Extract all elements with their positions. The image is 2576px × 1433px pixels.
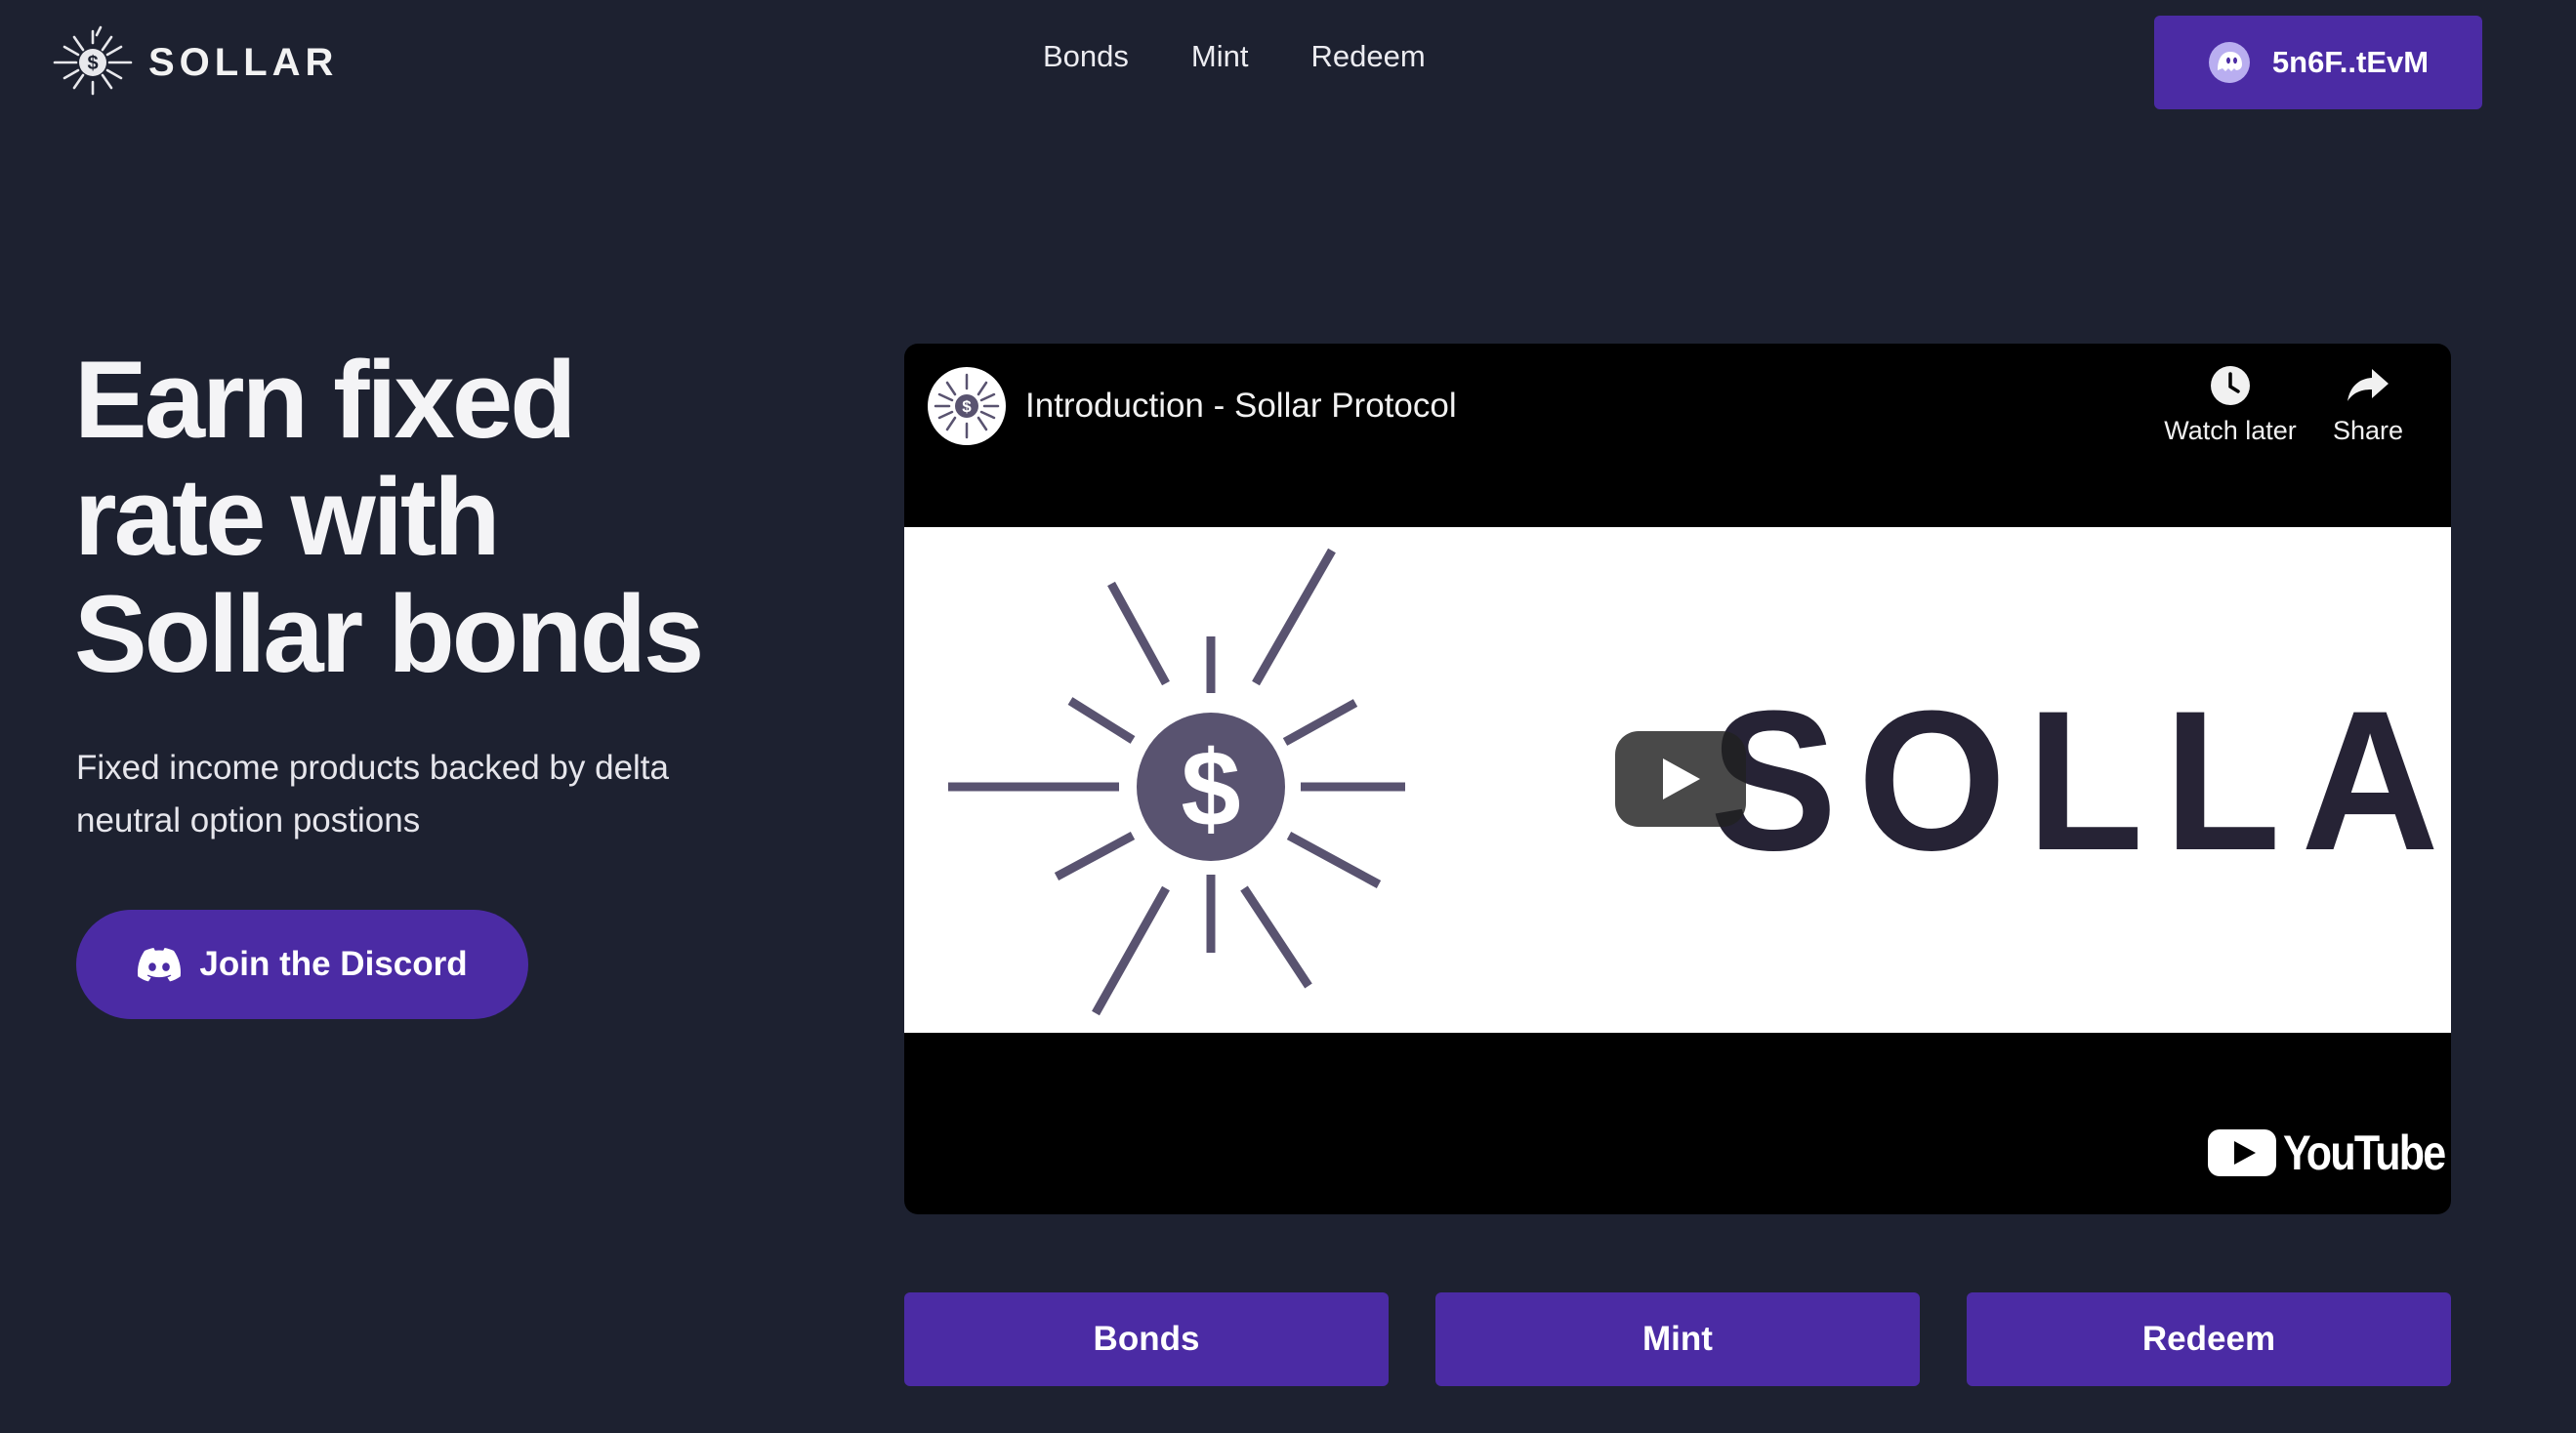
hero-title-line-1: Earn fixed — [74, 339, 577, 461]
share-icon — [2347, 369, 2389, 401]
video-title[interactable]: Introduction - Sollar Protocol — [1025, 387, 1457, 426]
svg-text:$: $ — [87, 53, 98, 74]
wallet-button[interactable]: 5n6F..tEvM — [2154, 16, 2482, 109]
play-icon — [1663, 758, 1700, 799]
share-button[interactable]: Share — [2295, 363, 2441, 446]
hero-title: Earn fixed rate with Sollar bonds — [74, 342, 875, 693]
discord-icon — [138, 948, 182, 982]
join-discord-button[interactable]: Join the Discord — [76, 910, 528, 1019]
phantom-ghost-icon — [2208, 42, 2250, 83]
channel-avatar[interactable]: $ — [928, 367, 1006, 445]
youtube-wordmark: YouTube — [2283, 1126, 2446, 1180]
youtube-logo-icon — [2208, 1129, 2276, 1176]
bonds-button[interactable]: Bonds — [904, 1292, 1389, 1386]
play-button[interactable] — [1615, 731, 1746, 827]
nav-mint[interactable]: Mint — [1191, 39, 1249, 74]
clock-icon — [2211, 366, 2250, 405]
channel-logo-icon: $ — [934, 373, 1000, 439]
mint-button[interactable]: Mint — [1435, 1292, 1920, 1386]
top-nav: Bonds Mint Redeem — [1043, 39, 1488, 74]
sun-dollar-logo-icon: $ — [53, 25, 133, 96]
logo-wordmark: SOLLAR — [148, 40, 339, 84]
sollar-logo[interactable]: $ SOLLAR — [51, 23, 338, 102]
hero-title-line-3: Sollar bonds — [74, 573, 704, 695]
watch-later-label: Watch later — [2164, 416, 2297, 445]
youtube-embed[interactable]: $ Introduction - Sollar Protocol Watch l… — [904, 344, 2451, 1214]
youtube-logo[interactable]: YouTube — [2207, 1125, 2451, 1181]
svg-text:$: $ — [962, 397, 972, 416]
share-label: Share — [2332, 416, 2404, 445]
thumbnail-wordmark: SOLLAR — [1710, 670, 2451, 892]
redeem-button[interactable]: Redeem — [1967, 1292, 2451, 1386]
discord-button-label: Join the Discord — [199, 945, 468, 983]
thumbnail-dollar-sign: $ — [1181, 729, 1240, 849]
nav-bonds[interactable]: Bonds — [1043, 39, 1129, 74]
hero-subtitle: Fixed income products backed by delta ne… — [76, 749, 669, 839]
video-header: $ Introduction - Sollar Protocol Watch l… — [904, 344, 2451, 527]
nav-redeem[interactable]: Redeem — [1310, 39, 1425, 74]
hero-title-line-2: rate with — [74, 456, 501, 578]
wallet-address: 5n6F..tEvM — [2271, 45, 2430, 79]
